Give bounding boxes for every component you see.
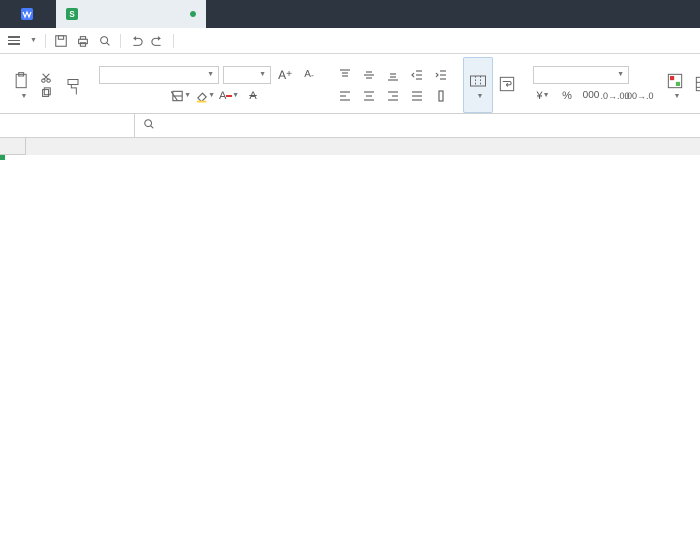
cut-button[interactable] [40, 72, 55, 84]
menu-bar: ▼ [0, 28, 700, 54]
merge-center-button[interactable]: ▼ [463, 57, 493, 113]
hamburger-icon[interactable] [6, 36, 22, 45]
fill-color-button[interactable]: ▼ [195, 87, 215, 105]
separator [45, 34, 46, 48]
currency-icon[interactable]: ¥▼ [533, 87, 553, 105]
print-preview-icon[interactable] [96, 34, 114, 48]
save-icon[interactable] [52, 34, 70, 48]
clipboard-group [36, 57, 59, 113]
wps-brand-button[interactable] [0, 0, 56, 28]
decrease-font-icon[interactable]: A- [299, 66, 319, 84]
paste-button[interactable]: ▼ [8, 57, 36, 113]
ribbon: ▼ ▼ ▼ A+ A- ▼ ▼ A▼ A [0, 54, 700, 114]
percent-icon[interactable]: % [557, 87, 577, 105]
redo-icon[interactable] [149, 34, 167, 48]
orientation-icon[interactable] [431, 87, 451, 105]
strikethrough-button[interactable]: A [243, 87, 263, 105]
formula-bar [0, 114, 700, 138]
file-tab[interactable]: S [56, 0, 206, 28]
borders-button[interactable]: ▼ [171, 87, 191, 105]
format-painter-button[interactable] [59, 57, 87, 113]
align-bottom-icon[interactable] [383, 66, 403, 84]
zoom-icon[interactable] [143, 118, 155, 133]
add-tab-button[interactable] [206, 0, 234, 28]
file-menu[interactable]: ▼ [26, 37, 39, 44]
copy-button[interactable] [40, 87, 55, 99]
select-all-corner[interactable] [0, 138, 26, 155]
spreadsheet-icon: S [66, 8, 78, 20]
table-style-button[interactable] [689, 57, 700, 113]
caret-down-icon: ▼ [30, 37, 37, 44]
align-right-icon[interactable] [383, 87, 403, 105]
number-format-select[interactable]: ▼ [533, 66, 629, 84]
name-box[interactable] [0, 114, 135, 137]
increase-font-icon[interactable]: A+ [275, 66, 295, 84]
separator [173, 34, 174, 48]
align-middle-icon[interactable] [359, 66, 379, 84]
separator [120, 34, 121, 48]
caret-down-icon: ▼ [21, 93, 28, 100]
bold-button[interactable] [99, 87, 119, 105]
decrease-decimal-icon[interactable]: .00→.0 [629, 87, 649, 105]
font-group: ▼ ▼ A+ A- ▼ ▼ A▼ A [95, 57, 323, 113]
align-left-icon[interactable] [335, 87, 355, 105]
print-icon[interactable] [74, 34, 92, 48]
underline-button[interactable] [147, 87, 167, 105]
number-group: ▼ ¥▼ % 000 .0→.00 .00→.0 [529, 57, 653, 113]
align-top-icon[interactable] [335, 66, 355, 84]
align-center-icon[interactable] [359, 87, 379, 105]
comma-icon[interactable]: 000 [581, 87, 601, 105]
font-size-select[interactable]: ▼ [223, 66, 271, 84]
decrease-indent-icon[interactable] [407, 66, 427, 84]
title-bar: S [0, 0, 700, 28]
increase-indent-icon[interactable] [431, 66, 451, 84]
modified-dot-icon [190, 11, 196, 17]
formula-input[interactable] [167, 120, 692, 132]
font-name-select[interactable]: ▼ [99, 66, 219, 84]
undo-icon[interactable] [127, 34, 145, 48]
conditional-format-button[interactable]: ▼ [661, 57, 689, 113]
increase-decimal-icon[interactable]: .0→.00 [605, 87, 625, 105]
align-group [331, 57, 455, 113]
selection-box [0, 155, 4, 159]
justify-icon[interactable] [407, 87, 427, 105]
spreadsheet-grid[interactable] [0, 138, 700, 155]
font-color-button[interactable]: A▼ [219, 87, 239, 105]
auto-wrap-button[interactable] [493, 57, 521, 113]
italic-button[interactable] [123, 87, 143, 105]
